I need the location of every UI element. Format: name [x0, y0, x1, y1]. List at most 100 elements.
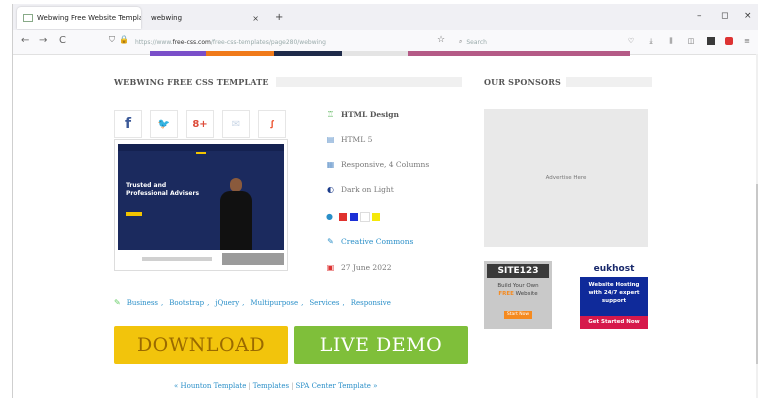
- tag-separator: ,: [161, 298, 164, 307]
- detail-text: Responsive, 4 Columns: [341, 160, 430, 169]
- sponsors-title: OUR SPONSORS: [484, 77, 562, 87]
- color-swatch: [359, 211, 370, 222]
- pager-separator: |: [248, 382, 251, 390]
- detail-text: Dark on Light: [341, 185, 394, 194]
- preview-footer-image: [222, 253, 284, 265]
- color-swatch: [371, 212, 380, 221]
- template-colors: ●: [326, 211, 383, 222]
- file-icon: ▤: [326, 135, 335, 144]
- eukhost-line: with 24/7 expert: [588, 290, 640, 296]
- tag-link[interactable]: Business: [127, 299, 158, 307]
- search-icon: ⌕: [459, 38, 463, 45]
- adblock-icon[interactable]: [725, 37, 733, 45]
- bookmark-share-button[interactable]: ✉: [222, 110, 250, 138]
- eukhost-ad[interactable]: eukhost Website Hosting with 24/7 expert…: [580, 261, 648, 329]
- tag-link[interactable]: Bootstrap: [169, 299, 204, 307]
- twitter-share-button[interactable]: 🐦: [150, 110, 178, 138]
- site123-website: Website: [515, 291, 538, 297]
- back-button[interactable]: ←: [21, 35, 29, 46]
- palette-icon: ●: [326, 212, 333, 221]
- tag-link[interactable]: Multipurpose: [250, 299, 298, 307]
- menu-icon[interactable]: ≡: [743, 37, 751, 45]
- lock-icon: 🔒: [119, 35, 129, 44]
- detail-license[interactable]: ✎ Creative Commons: [326, 237, 413, 246]
- library-icon[interactable]: ⫼: [667, 37, 675, 45]
- search-placeholder: Search: [466, 38, 487, 46]
- downloads-icon[interactable]: ⤓: [647, 37, 655, 45]
- tag-separator: ,: [242, 298, 245, 307]
- advertise-here-box[interactable]: Advertise Here: [484, 109, 648, 247]
- prev-template-link[interactable]: « Hounton Template: [174, 382, 246, 390]
- eukhost-line: support: [601, 298, 627, 304]
- tab-webwing[interactable]: webwing ×: [145, 7, 265, 29]
- columns-icon: ▦: [326, 160, 335, 169]
- reload-button[interactable]: C: [59, 35, 66, 46]
- tag-link[interactable]: jQuery: [215, 299, 239, 307]
- license-icon: ✎: [327, 237, 334, 246]
- color-strip-purple: [150, 51, 206, 56]
- detail-contrast: ◐ Dark on Light: [326, 185, 394, 194]
- site123-ad[interactable]: SITE123 Build Your Own FREE Website Star…: [484, 261, 552, 329]
- tag-link[interactable]: Responsive: [351, 299, 391, 307]
- tab-bar: Webwing Free Website Template × webwing …: [13, 4, 758, 30]
- url-path: /free-css-templates/page280/webwing: [210, 38, 326, 46]
- preview-nav: [118, 144, 284, 151]
- close-window-button[interactable]: ×: [744, 11, 752, 21]
- tag-icon: ✎: [114, 298, 121, 307]
- sponsors-underline: [566, 77, 652, 87]
- tag-separator: ,: [301, 298, 304, 307]
- eukhost-start-button[interactable]: Get Started Now: [580, 316, 648, 329]
- site123-start-button[interactable]: Start Now: [504, 311, 532, 319]
- detail-html: ♖ HTML Design: [326, 110, 399, 119]
- download-button[interactable]: DOWNLOAD: [114, 326, 288, 364]
- preview-headline-line2: Professional Advisers: [126, 190, 200, 197]
- live-demo-button[interactable]: LIVE DEMO: [294, 326, 468, 364]
- color-strip-grey: [342, 51, 408, 56]
- search-input[interactable]: ⌕ Search: [459, 34, 609, 50]
- google-plus-share-button[interactable]: 8+: [186, 110, 214, 138]
- preview-screenshot: Trusted and Professional Advisers: [118, 144, 284, 250]
- sidebar-icon[interactable]: ◫: [687, 37, 695, 45]
- preview-person-head: [230, 178, 242, 192]
- color-strip-pink: [408, 51, 630, 56]
- restore-button[interactable]: ◻: [721, 11, 728, 21]
- pager-separator: |: [291, 382, 294, 390]
- calendar-icon: ▣: [326, 263, 335, 272]
- extension-icon[interactable]: [707, 37, 715, 45]
- tab-title: Webwing Free Website Template: [37, 14, 141, 22]
- facebook-share-button[interactable]: f: [114, 110, 142, 138]
- eukhost-logo: eukhost: [580, 261, 648, 277]
- section-title: WEBWING FREE CSS TEMPLATE: [114, 77, 269, 87]
- color-swatch: [349, 212, 358, 221]
- templates-link[interactable]: Templates: [253, 382, 289, 390]
- pocket-icon[interactable]: ♡: [627, 37, 635, 45]
- bookmark-star-icon[interactable]: ☆: [437, 35, 445, 45]
- next-template-link[interactable]: SPA Center Template »: [295, 382, 377, 390]
- close-tab-icon[interactable]: ×: [252, 14, 259, 23]
- minimize-button[interactable]: –: [697, 11, 702, 21]
- google-plus-icon: 8+: [192, 118, 208, 130]
- preview-footer: [118, 250, 284, 268]
- url-domain: free-css.com: [172, 38, 211, 46]
- site123-logo: SITE123: [487, 264, 549, 278]
- preview-footer-bar: [142, 257, 212, 261]
- facebook-icon: f: [124, 116, 132, 132]
- color-strip-orange: [206, 51, 274, 56]
- color-strip-navy: [274, 51, 342, 56]
- detail-file: ▤ HTML 5: [326, 135, 373, 144]
- detail-text: HTML Design: [341, 110, 399, 119]
- preview-cta: [126, 212, 142, 216]
- site123-free: FREE: [498, 291, 514, 297]
- favicon-icon: [23, 14, 33, 22]
- html-icon: ♖: [326, 110, 335, 119]
- tag-link[interactable]: Services: [309, 299, 339, 307]
- eukhost-line: Website Hosting: [588, 282, 640, 288]
- forward-button[interactable]: →: [39, 35, 47, 46]
- contrast-icon: ◐: [327, 185, 334, 194]
- tab-webwing-template[interactable]: Webwing Free Website Template ×: [17, 7, 141, 29]
- template-preview[interactable]: Trusted and Professional Advisers: [114, 139, 288, 271]
- stumbleupon-share-button[interactable]: ꭍ: [258, 110, 286, 138]
- detail-text: HTML 5: [341, 135, 373, 144]
- detail-columns: ▦ Responsive, 4 Columns: [326, 160, 429, 169]
- new-tab-button[interactable]: +: [275, 12, 283, 23]
